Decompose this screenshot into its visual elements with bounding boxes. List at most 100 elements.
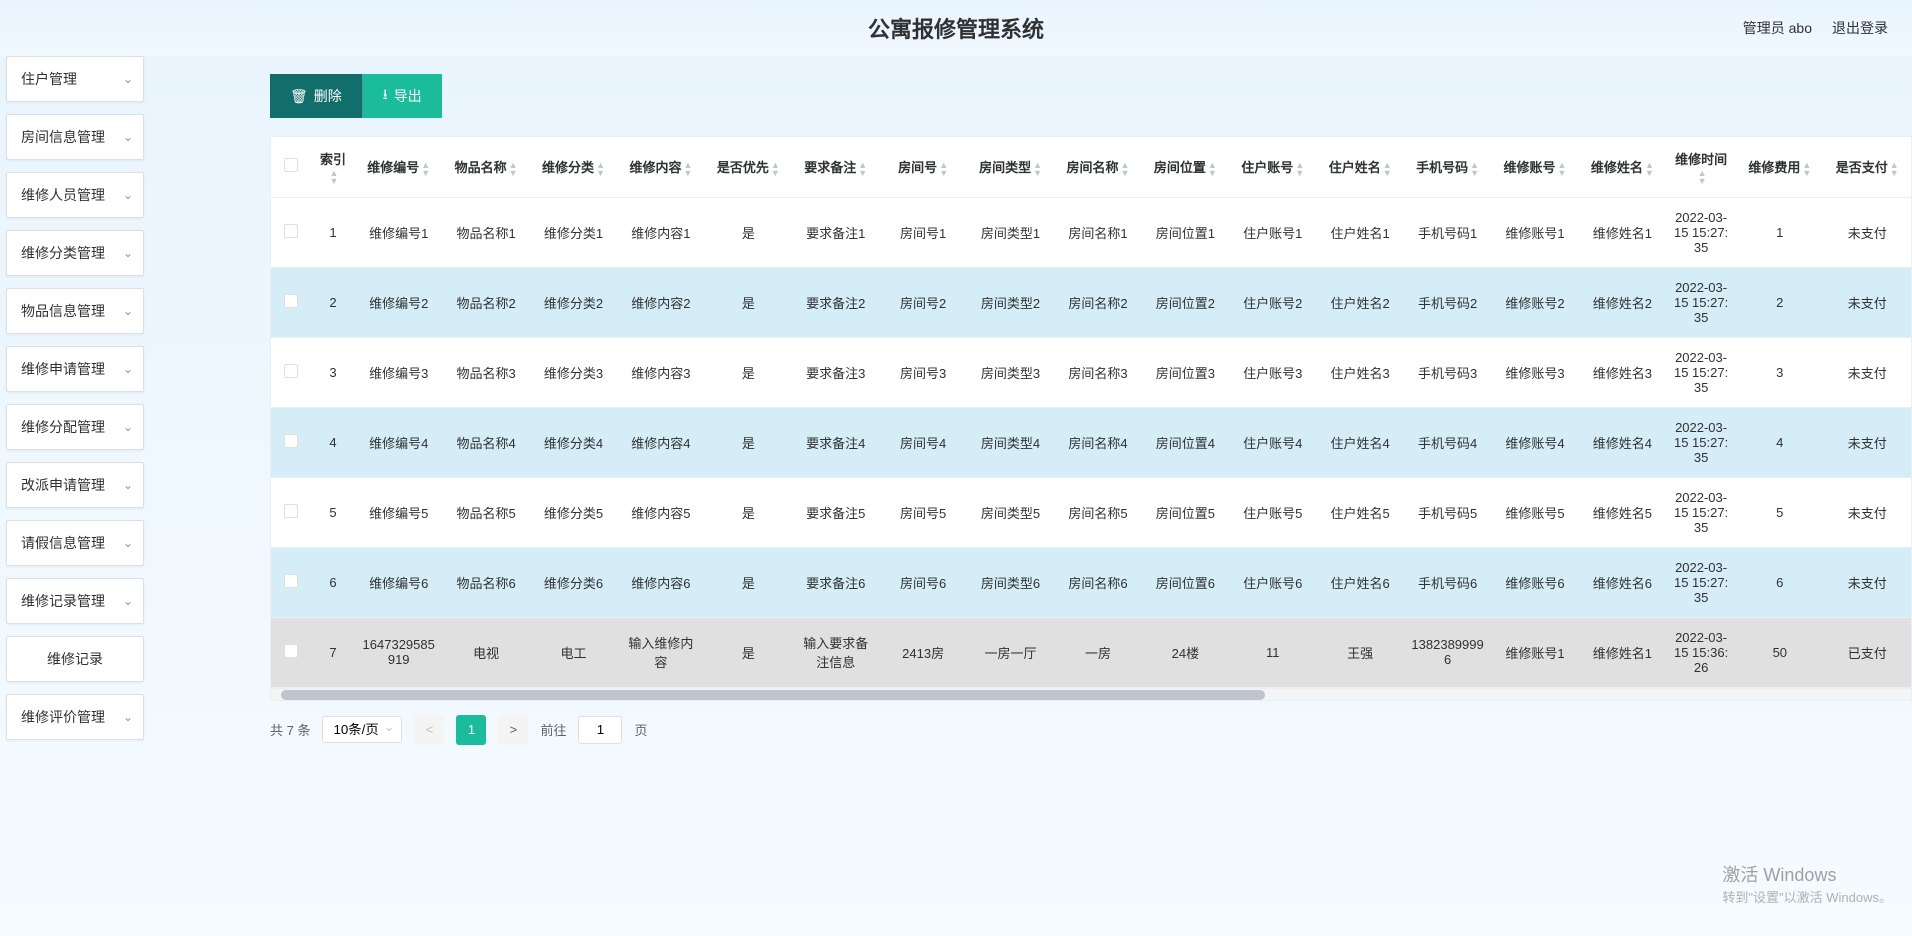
cell: 维修姓名2 (1579, 267, 1666, 337)
jump-page-input[interactable] (578, 716, 622, 744)
cell: 物品名称3 (442, 337, 529, 407)
row-checkbox[interactable] (284, 434, 298, 448)
sidebar-item-6[interactable]: 维修分配管理⌄ (6, 404, 144, 450)
column-header[interactable]: 房间号▲▼ (879, 137, 966, 197)
cell: 要求备注2 (792, 267, 879, 337)
column-header[interactable]: 住户账号▲▼ (1229, 137, 1316, 197)
table-row[interactable]: 1维修编号1物品名称1维修分类1维修内容1是要求备注1房间号1房间类型1房间名称… (271, 197, 1911, 267)
cell: 2022-03-15 15:27:35 (1666, 547, 1736, 617)
column-header[interactable]: 维修内容▲▼ (617, 137, 704, 197)
sort-icon[interactable]: ▲▼ (1383, 161, 1392, 177)
table-row[interactable]: 5维修编号5物品名称5维修分类5维修内容5是要求备注5房间号5房间类型5房间名称… (271, 477, 1911, 547)
table-row[interactable]: 2维修编号2物品名称2维修分类2维修内容2是要求备注2房间号2房间类型2房间名称… (271, 267, 1911, 337)
cell: 手机号码4 (1404, 407, 1491, 477)
sort-icon[interactable]: ▲▼ (1645, 161, 1654, 177)
select-all-checkbox[interactable] (284, 158, 298, 172)
chevron-down-icon: ⌄ (123, 710, 133, 724)
sort-icon[interactable]: ▲▼ (1558, 161, 1567, 177)
chevron-down-icon: ⌄ (123, 304, 133, 318)
column-label: 手机号码 (1416, 160, 1468, 175)
table-row[interactable]: 6维修编号6物品名称6维修分类6维修内容6是要求备注6房间号6房间类型6房间名称… (271, 547, 1911, 617)
column-header[interactable]: 手机号码▲▼ (1404, 137, 1491, 197)
sort-icon[interactable]: ▲▼ (1033, 161, 1042, 177)
sidebar-item-4[interactable]: 物品信息管理⌄ (6, 288, 144, 334)
sort-icon[interactable]: ▲▼ (509, 161, 518, 177)
sort-icon[interactable]: ▲▼ (330, 169, 339, 185)
delete-button[interactable]: 🗑 删除 (270, 74, 363, 118)
column-header[interactable]: 是否支付▲▼ (1824, 137, 1912, 197)
export-button[interactable]: ⭳ 导出 (363, 74, 442, 118)
row-checkbox[interactable] (284, 574, 298, 588)
cell: 维修姓名1 (1579, 617, 1666, 687)
sidebar-item-5[interactable]: 维修申请管理⌄ (6, 346, 144, 392)
cell: 维修账号1 (1491, 617, 1578, 687)
sort-icon[interactable]: ▲▼ (1802, 161, 1811, 177)
cell-index: 4 (311, 407, 355, 477)
cell: 未支付 (1824, 477, 1912, 547)
column-header[interactable]: 房间名称▲▼ (1054, 137, 1141, 197)
sidebar-item-label: 改派申请管理 (21, 475, 105, 495)
cell: 维修账号3 (1491, 337, 1578, 407)
page-size-select[interactable]: 10条/页 (322, 716, 402, 743)
row-checkbox[interactable] (284, 644, 298, 658)
next-page-button[interactable]: > (498, 715, 528, 745)
page-number-button[interactable]: 1 (456, 715, 486, 745)
row-checkbox[interactable] (284, 504, 298, 518)
cell: 维修分类2 (530, 267, 617, 337)
sort-icon[interactable]: ▲▼ (771, 161, 780, 177)
sort-icon[interactable]: ▲▼ (1121, 161, 1130, 177)
cell-index: 5 (311, 477, 355, 547)
logout-link[interactable]: 退出登录 (1832, 18, 1888, 38)
sidebar-item-0[interactable]: 住户管理⌄ (6, 56, 144, 102)
column-header[interactable]: 住户姓名▲▼ (1316, 137, 1403, 197)
sort-icon[interactable]: ▲▼ (1470, 161, 1479, 177)
row-checkbox[interactable] (284, 224, 298, 238)
column-header[interactable]: 维修分类▲▼ (530, 137, 617, 197)
sort-icon[interactable]: ▲▼ (1295, 161, 1304, 177)
sort-icon[interactable]: ▲▼ (1698, 169, 1707, 185)
cell: 房间类型2 (967, 267, 1054, 337)
column-header[interactable]: 维修账号▲▼ (1491, 137, 1578, 197)
header: 公寓报修管理系统 管理员 abo 退出登录 (0, 0, 1912, 56)
column-header[interactable]: 索引▲▼ (311, 137, 355, 197)
sort-icon[interactable]: ▲▼ (1208, 161, 1217, 177)
sidebar-item-9[interactable]: 维修记录管理⌄ (6, 578, 144, 624)
sort-icon[interactable]: ▲▼ (596, 161, 605, 177)
prev-page-button[interactable]: < (414, 715, 444, 745)
cell: 房间类型4 (967, 407, 1054, 477)
column-header[interactable]: 房间类型▲▼ (967, 137, 1054, 197)
column-header[interactable]: 维修姓名▲▼ (1579, 137, 1666, 197)
cell: 13823899996 (1404, 617, 1491, 687)
sidebar-item-8[interactable]: 请假信息管理⌄ (6, 520, 144, 566)
select-all-header[interactable] (271, 137, 311, 197)
row-checkbox[interactable] (284, 294, 298, 308)
column-header[interactable]: 维修费用▲▼ (1736, 137, 1823, 197)
sort-icon[interactable]: ▲▼ (858, 161, 867, 177)
column-header[interactable]: 维修编号▲▼ (355, 137, 442, 197)
sort-icon[interactable]: ▲▼ (683, 161, 692, 177)
cell: 住户账号5 (1229, 477, 1316, 547)
sort-icon[interactable]: ▲▼ (1890, 161, 1899, 177)
column-header[interactable]: 是否优先▲▼ (705, 137, 792, 197)
sidebar-item-label: 维修分配管理 (21, 417, 105, 437)
column-header[interactable]: 房间位置▲▼ (1142, 137, 1229, 197)
row-checkbox[interactable] (284, 364, 298, 378)
column-header[interactable]: 要求备注▲▼ (792, 137, 879, 197)
sidebar-item-11[interactable]: 维修评价管理⌄ (6, 694, 144, 740)
table-row[interactable]: 71647329585919电视电工输入维修内容是输入要求备注信息2413房一房… (271, 617, 1911, 687)
user-label[interactable]: 管理员 abo (1743, 18, 1812, 38)
sidebar-item-1[interactable]: 房间信息管理⌄ (6, 114, 144, 160)
sort-icon[interactable]: ▲▼ (421, 161, 430, 177)
column-header[interactable]: 维修时间▲▼ (1666, 137, 1736, 197)
scrollbar-thumb[interactable] (281, 690, 1265, 700)
sidebar-item-10[interactable]: 维修记录 (6, 636, 144, 682)
sidebar-item-7[interactable]: 改派申请管理⌄ (6, 462, 144, 508)
table-row[interactable]: 3维修编号3物品名称3维修分类3维修内容3是要求备注3房间号3房间类型3房间名称… (271, 337, 1911, 407)
sidebar-item-label: 维修分类管理 (21, 243, 105, 263)
table-row[interactable]: 4维修编号4物品名称4维修分类4维修内容4是要求备注4房间号4房间类型4房间名称… (271, 407, 1911, 477)
sidebar-item-2[interactable]: 维修人员管理⌄ (6, 172, 144, 218)
column-header[interactable]: 物品名称▲▼ (442, 137, 529, 197)
sort-icon[interactable]: ▲▼ (939, 161, 948, 177)
horizontal-scrollbar[interactable] (270, 689, 1912, 701)
sidebar-item-3[interactable]: 维修分类管理⌄ (6, 230, 144, 276)
